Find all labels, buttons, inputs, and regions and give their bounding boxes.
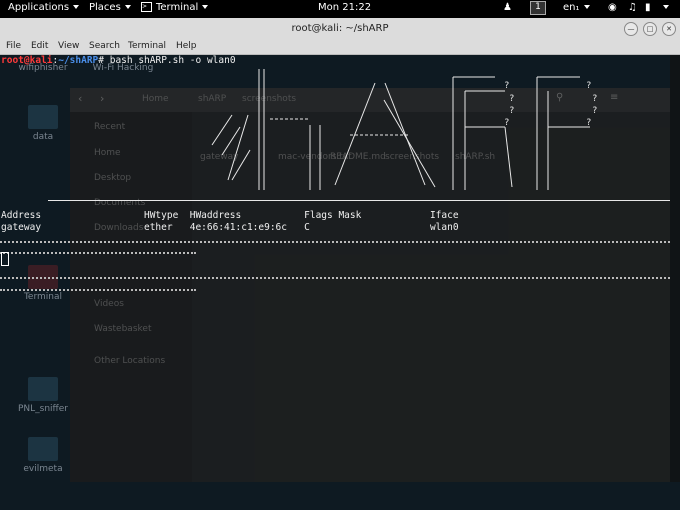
- menu-help[interactable]: Help: [176, 41, 197, 51]
- language-label: en₁: [563, 2, 580, 13]
- close-button[interactable]: ✕: [662, 22, 676, 36]
- arp-table-header: Address HWtype HWaddress Flags Mask Ifac…: [1, 210, 459, 221]
- chevron-down-icon[interactable]: [663, 2, 669, 13]
- volume-icon[interactable]: ♫: [628, 2, 637, 13]
- wifi-icon[interactable]: ◉: [608, 2, 617, 13]
- menu-file[interactable]: File: [6, 41, 21, 51]
- svg-text:?: ?: [509, 106, 514, 116]
- menu-search[interactable]: Search: [89, 41, 120, 51]
- maximize-button[interactable]: □: [643, 22, 657, 36]
- dotted-line: [0, 252, 196, 256]
- language-selector[interactable]: en₁: [563, 2, 590, 13]
- top-panel: Applications Places > Terminal Mon 21:22 …: [0, 0, 680, 18]
- window-titlebar[interactable]: root@kali: ~/shARP — □ ✕: [0, 18, 680, 40]
- svg-text:?: ?: [586, 81, 591, 91]
- terminal-cursor: [1, 252, 9, 266]
- scrollbar[interactable]: [670, 55, 680, 482]
- menu-edit[interactable]: Edit: [31, 41, 48, 51]
- terminal-label: Terminal: [156, 2, 199, 13]
- menu-view[interactable]: View: [58, 41, 79, 51]
- svg-text:?: ?: [504, 81, 509, 91]
- dotted-line: [0, 289, 196, 293]
- ascii-banner: ? ? ? ? ? ? ? ?: [211, 69, 597, 190]
- dotted-line: [0, 241, 670, 245]
- applications-menu[interactable]: Applications: [8, 2, 80, 13]
- svg-text:?: ?: [586, 118, 591, 128]
- svg-text:?: ?: [592, 106, 597, 116]
- chevron-down-icon: [583, 5, 590, 9]
- menu-bar: File Edit View Search Terminal Help: [0, 40, 680, 55]
- battery-icon[interactable]: ▮: [645, 2, 651, 13]
- places-label: Places: [89, 2, 121, 13]
- dotted-line: [0, 277, 670, 281]
- window-title: root@kali: ~/shARP: [291, 23, 389, 34]
- desktop-bottom: [0, 482, 680, 510]
- terminal-icon: >: [141, 2, 152, 12]
- svg-text:?: ?: [504, 118, 509, 128]
- svg-text:?: ?: [509, 94, 514, 104]
- clock[interactable]: Mon 21:22: [318, 2, 371, 13]
- workspace-indicator[interactable]: 1: [530, 1, 546, 15]
- applications-label: Applications: [8, 2, 70, 13]
- places-menu[interactable]: Places: [89, 2, 131, 13]
- people-icon[interactable]: ♟: [503, 2, 512, 13]
- chevron-down-icon: [124, 5, 131, 9]
- arp-table-row: gateway ether 4e:66:41:c1:e9:6c C wlan0: [1, 222, 459, 233]
- terminal-app-menu[interactable]: > Terminal: [141, 2, 209, 13]
- minimize-button[interactable]: —: [624, 22, 638, 36]
- svg-text:?: ?: [592, 94, 597, 104]
- chevron-down-icon: [73, 5, 80, 9]
- chevron-down-icon: [202, 5, 209, 9]
- menu-terminal[interactable]: Terminal: [128, 41, 166, 51]
- divider-line: [48, 200, 670, 201]
- terminal-output[interactable]: root@kali:~/shARP# bash shARP.sh -o wlan…: [0, 55, 670, 482]
